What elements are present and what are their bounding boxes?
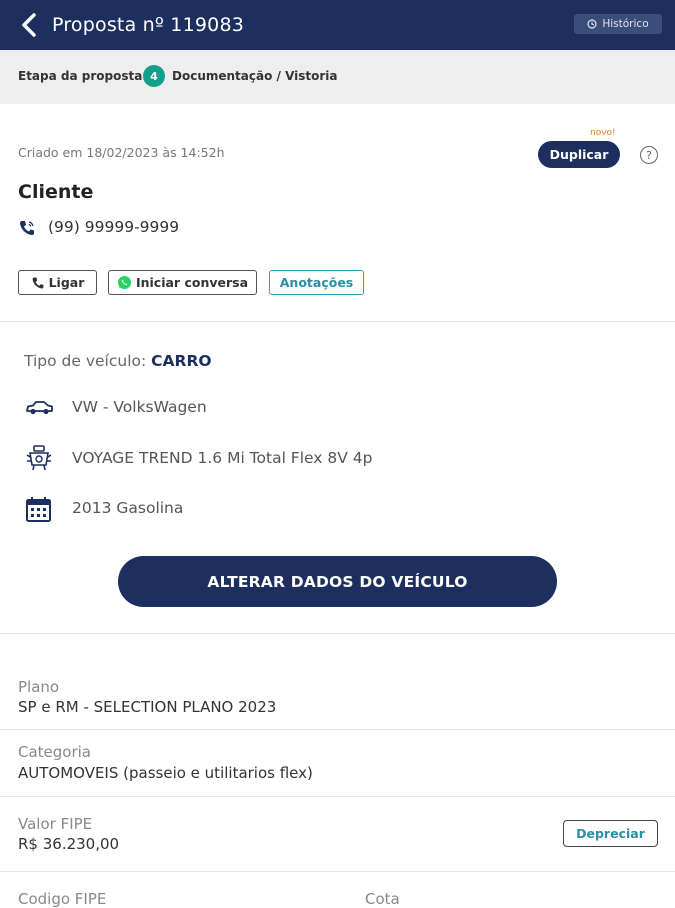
start-chat-label: Iniciar conversa: [135, 275, 249, 290]
engine-icon: [26, 445, 52, 471]
category-label: Categoria: [18, 743, 92, 761]
new-badge: novo!: [590, 128, 616, 138]
call-label: Ligar: [48, 275, 85, 290]
fipe-value: R$ 36.230,00: [18, 835, 120, 853]
history-label: Histórico: [602, 18, 649, 30]
vehicle-type: Tipo de veículo: CARRO: [24, 352, 212, 370]
notes-button[interactable]: Anotações: [269, 270, 364, 295]
fipe-code-label: Codigo FIPE: [18, 890, 107, 908]
vehicle-type-label: Tipo de veículo:: [24, 352, 147, 370]
page-title: Proposta nº 119083: [52, 14, 245, 36]
history-button[interactable]: Histórico: [574, 14, 662, 34]
created-date: Criado em 18/02/2023 às 14:52h: [18, 145, 225, 160]
vehicle-year: 2013 Gasolina: [72, 499, 184, 517]
client-name: Cliente: [18, 181, 94, 203]
stage-number-badge: 4: [143, 65, 165, 87]
whatsapp-icon: [117, 275, 132, 290]
client-phone: (99) 99999-9999: [48, 218, 180, 236]
depreciate-button[interactable]: Depreciar: [563, 820, 658, 847]
vehicle-model: VOYAGE TREND 1.6 Mi Total Flex 8V 4p: [72, 449, 373, 467]
help-icon[interactable]: ?: [640, 146, 658, 164]
start-chat-button[interactable]: Iniciar conversa: [108, 270, 257, 295]
section-divider: [0, 321, 675, 322]
top-app-bar: Proposta nº 119083 Histórico: [0, 0, 675, 50]
vehicle-type-value: CARRO: [151, 352, 212, 370]
change-vehicle-data-button[interactable]: ALTERAR DADOS DO VEÍCULO: [118, 556, 557, 607]
proposal-stage-bar: Etapa da proposta: Documentação / Vistor…: [0, 50, 675, 104]
quota-label: Cota: [365, 890, 400, 908]
history-icon: [587, 19, 597, 29]
duplicate-button[interactable]: Duplicar: [538, 141, 620, 168]
back-arrow-icon[interactable]: [18, 11, 42, 39]
stage-label: Etapa da proposta:: [18, 69, 148, 83]
call-button[interactable]: Ligar: [18, 270, 97, 295]
phone-icon: [20, 221, 34, 235]
calendar-icon: [26, 497, 51, 522]
fipe-value-label: Valor FIPE: [18, 815, 93, 833]
row-divider: [0, 796, 675, 797]
stage-name: Documentação / Vistoria: [172, 69, 338, 83]
row-divider: [0, 729, 675, 730]
section-divider: [0, 633, 675, 634]
phone-icon: [32, 277, 44, 288]
car-icon: [26, 401, 53, 415]
plan-value: SP e RM - SELECTION PLANO 2023: [18, 698, 277, 716]
row-divider: [0, 871, 675, 872]
vehicle-brand: VW - VolksWagen: [72, 398, 207, 416]
category-value: AUTOMOVEIS (passeio e utilitarios flex): [18, 764, 313, 782]
plan-label: Plano: [18, 678, 60, 696]
